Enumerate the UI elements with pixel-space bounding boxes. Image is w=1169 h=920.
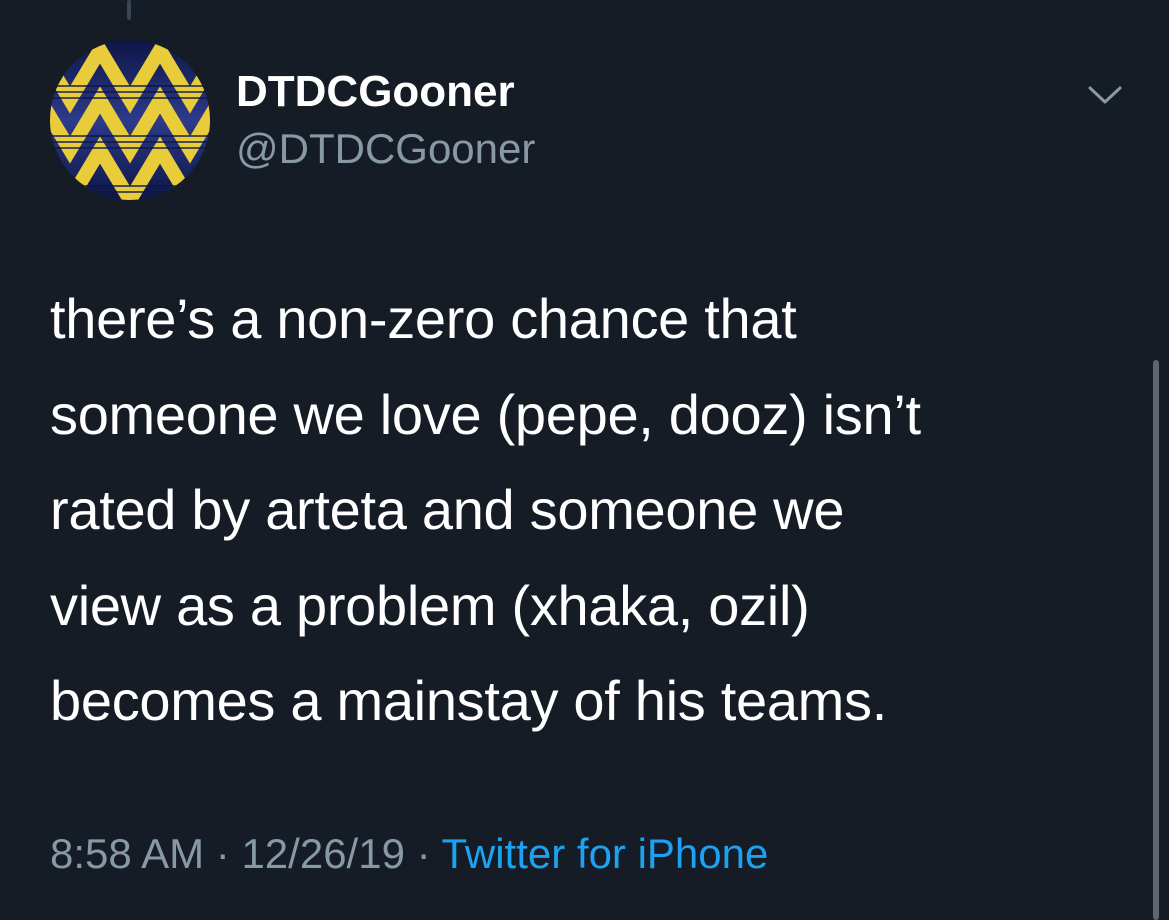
tweet-line: becomes a mainstay of his teams.: [50, 669, 887, 732]
scrollbar[interactable]: [1153, 360, 1159, 920]
tweet-source-link[interactable]: Twitter for iPhone: [442, 830, 769, 877]
tweet-line: view as a problem (xhaka, ozil): [50, 573, 810, 637]
chevron-down-icon[interactable]: [1084, 78, 1126, 110]
tweet-time[interactable]: 8:58 AM: [50, 830, 204, 877]
avatar[interactable]: [50, 40, 210, 200]
tweet-line: there’s a non-zero chance that: [50, 287, 797, 350]
display-name[interactable]: DTDCGooner: [236, 66, 515, 118]
thread-connector-line: [127, 0, 131, 20]
tweet-text: there’s a non-zero chance that someone w…: [50, 271, 1110, 749]
tweet-metadata: 8:58 AM · 12/26/19 · Twitter for iPhone: [50, 826, 768, 882]
tweet-line: rated by arteta and someone we: [50, 478, 845, 541]
user-handle[interactable]: @DTDCGooner: [236, 124, 535, 174]
avatar-pattern-icon: [50, 40, 210, 200]
meta-separator: ·: [416, 830, 431, 877]
tweet-date[interactable]: 12/26/19: [241, 830, 405, 877]
meta-separator: ·: [215, 830, 230, 877]
tweet-line: someone we love (pepe, dooz) isn’t: [50, 382, 921, 446]
